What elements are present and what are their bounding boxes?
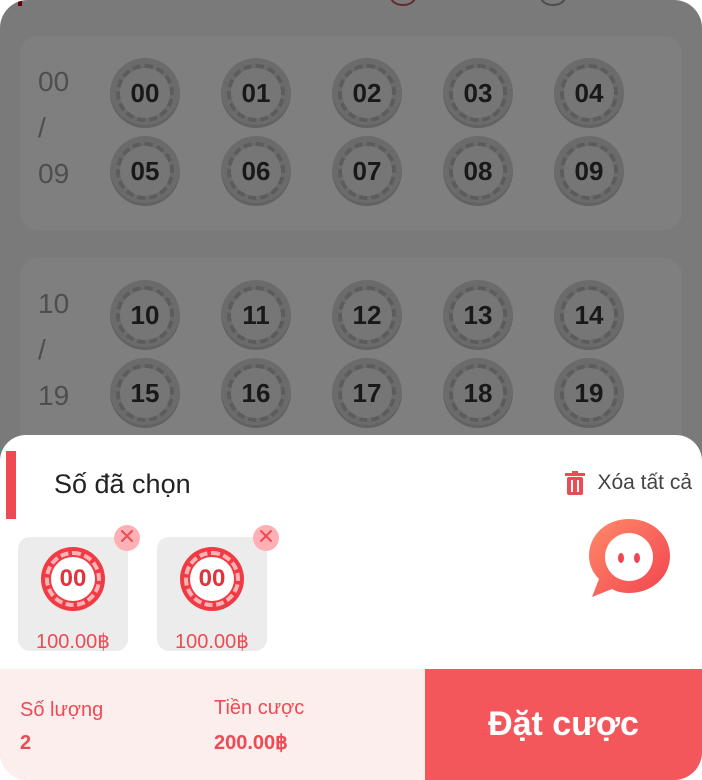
quantity-label: Số lượng <box>20 699 104 721</box>
app-root: 00 / 09 00 01 02 03 04 05 06 07 08 09 10… <box>0 0 702 780</box>
chip-amount: 100.00฿ <box>36 631 110 653</box>
bet-footer: Số lượng 2 Tiền cược 200.00฿ Đặt cược <box>0 669 702 780</box>
selected-number-chip: 00 100.00฿ <box>18 525 140 653</box>
title-accent-bar <box>6 451 16 519</box>
selected-ball-number: 00 <box>51 557 95 601</box>
sheet-title: Số đã chọn <box>54 469 191 499</box>
stake-block: Tiền cược 200.00฿ <box>214 697 304 755</box>
stake-label: Tiền cược <box>214 697 305 719</box>
remove-chip-button[interactable] <box>114 525 140 551</box>
quantity-block: Số lượng 2 <box>20 699 103 755</box>
selected-ball: 00 <box>41 547 105 611</box>
close-icon <box>259 529 273 548</box>
selected-number-chip: 00 100.00฿ <box>157 525 279 653</box>
selected-ball-number: 00 <box>190 557 234 601</box>
selected-numbers-sheet: Số đã chọn Xóa tất cả 00 100.00฿ 00 100.… <box>0 435 702 780</box>
quantity-value: 2 <box>20 732 32 754</box>
chat-support-icon[interactable] <box>586 515 672 601</box>
stake-value: 200.00฿ <box>214 732 288 754</box>
trash-icon <box>565 471 586 495</box>
remove-chip-button[interactable] <box>253 525 279 551</box>
chip-amount: 100.00฿ <box>175 631 249 653</box>
close-icon <box>120 529 134 548</box>
clear-all-button[interactable]: Xóa tất cả <box>565 471 692 495</box>
clear-all-label: Xóa tất cả <box>597 471 692 494</box>
place-bet-button[interactable]: Đặt cược <box>425 669 702 780</box>
selected-ball: 00 <box>180 547 244 611</box>
